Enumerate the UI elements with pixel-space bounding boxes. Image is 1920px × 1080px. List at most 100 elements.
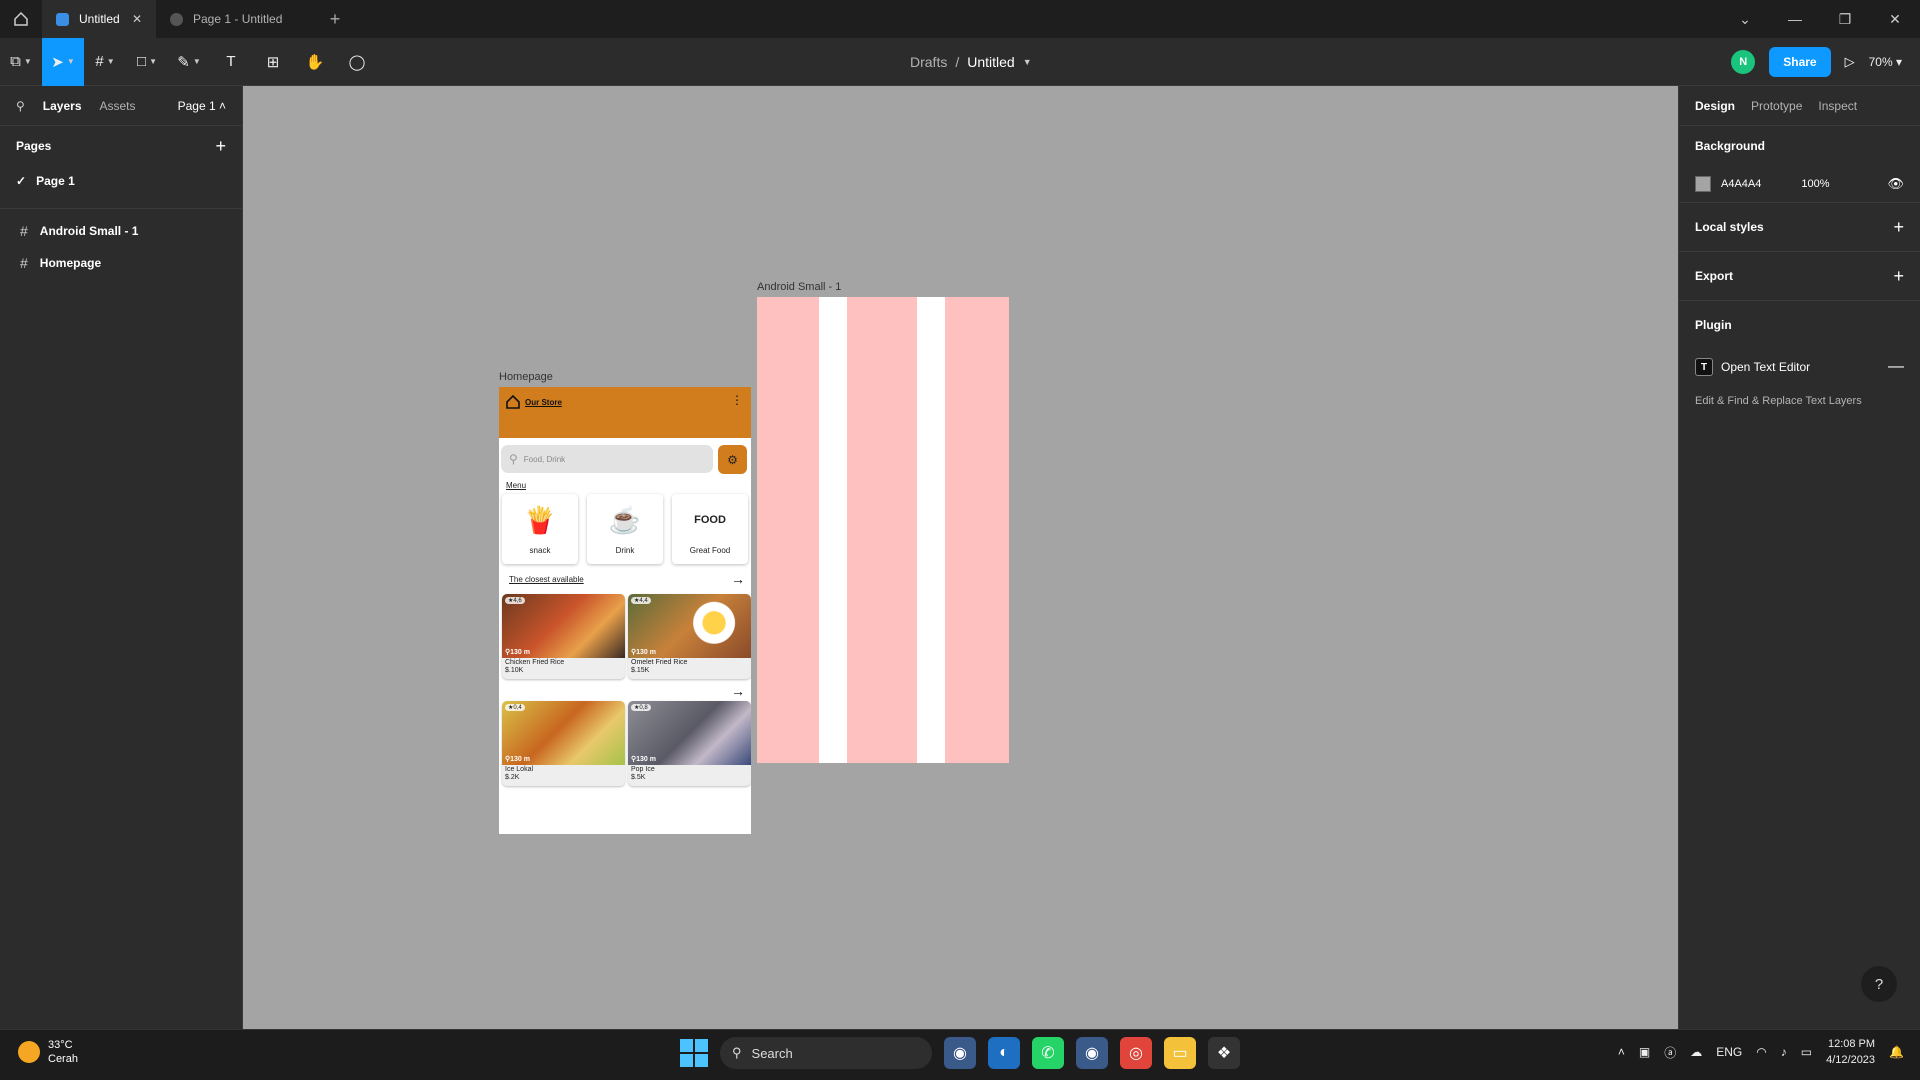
hand-icon: ✋	[305, 53, 325, 71]
window-controls: ⌄ — ❐ ✕	[1720, 0, 1920, 38]
tab-assets[interactable]: Assets	[100, 99, 136, 113]
taskbar-search[interactable]: ⚲ Search	[720, 1037, 932, 1069]
canvas[interactable]: Android Small - 1 Homepage Our Store ⋮ ⚲…	[243, 86, 1678, 1029]
file-name[interactable]: Untitled	[967, 54, 1014, 70]
language-indicator[interactable]: ENG	[1716, 1045, 1742, 1059]
android-frame-label[interactable]: Android Small - 1	[757, 281, 841, 293]
wifi-icon[interactable]: ◠	[1756, 1045, 1766, 1059]
whatsapp-icon[interactable]: ✆	[1032, 1037, 1064, 1069]
tab-page-1-untitled[interactable]: Page 1 - Untitled	[156, 0, 316, 38]
chevron-up-icon[interactable]: ˄	[1618, 1045, 1625, 1059]
chevron-down-icon[interactable]: ⌄	[1720, 0, 1770, 38]
help-button[interactable]: ?	[1861, 966, 1897, 1002]
eye-icon[interactable]: 👁	[1887, 176, 1904, 192]
bg-hex-input[interactable]: A4A4A4	[1721, 178, 1761, 190]
text-tool[interactable]: T	[210, 38, 252, 86]
figma-icon[interactable]: ❖	[1208, 1037, 1240, 1069]
layer-homepage[interactable]: # Homepage	[0, 247, 242, 279]
frame-tool[interactable]: # ▼	[84, 38, 126, 86]
cursor-icon: ➤	[51, 53, 64, 71]
weather-widget[interactable]: 33°C Cerah	[18, 1038, 78, 1066]
layer-label: Homepage	[39, 256, 102, 270]
zoom-value: 70%	[1868, 55, 1893, 69]
add-page-button[interactable]: +	[215, 136, 226, 157]
app-icon-1[interactable]: ◉	[944, 1037, 976, 1069]
filter-icon: ⚙	[718, 445, 747, 474]
toolbar-right: N Share ▷ 70% ▾	[1731, 38, 1920, 86]
clock[interactable]: 12:08 PM 4/12/2023	[1826, 1036, 1875, 1068]
present-play-icon[interactable]: ▷	[1845, 54, 1855, 70]
tab-prototype[interactable]: Prototype	[1751, 99, 1802, 113]
page-selector-label: Page 1	[177, 98, 216, 113]
bg-opacity-input[interactable]: 100%	[1801, 178, 1829, 190]
tray-icon[interactable]: ⓐ	[1664, 1044, 1676, 1061]
close-window-button[interactable]: ✕	[1870, 0, 1920, 38]
share-button[interactable]: Share	[1769, 47, 1831, 77]
chevron-down-icon[interactable]: ▼	[1023, 57, 1032, 67]
home-icon[interactable]	[0, 0, 42, 38]
notification-icon[interactable]: 🔔	[1889, 1045, 1904, 1059]
pen-icon: ✎	[177, 53, 190, 71]
add-export-button[interactable]: +	[1893, 266, 1904, 287]
new-tab-button[interactable]: +	[316, 0, 354, 38]
frame-icon: #	[95, 53, 104, 70]
close-icon[interactable]: ✕	[132, 12, 142, 26]
tab-inspect[interactable]: Inspect	[1818, 99, 1857, 113]
restore-button[interactable]: ❐	[1820, 0, 1870, 38]
color-swatch[interactable]	[1695, 176, 1711, 192]
menu-label: Menu	[506, 481, 527, 490]
edge-icon[interactable]: ◐	[988, 1037, 1020, 1069]
layers-list: # Android Small - 1 # Homepage	[0, 208, 242, 279]
plugin-item[interactable]: T Open Text Editor —	[1695, 349, 1904, 385]
file-explorer-icon[interactable]: ▭	[1164, 1037, 1196, 1069]
breadcrumb-drafts[interactable]: Drafts	[910, 54, 947, 70]
tab-untitled[interactable]: Untitled ✕	[42, 0, 156, 38]
prototype-play-icon	[170, 12, 183, 26]
search-field: ⚲ Food, Drink	[501, 445, 713, 473]
zoom-dropdown[interactable]: 70% ▾	[1869, 55, 1902, 69]
plugin-name: Open Text Editor	[1721, 360, 1811, 374]
shape-tool[interactable]: □ ▼	[126, 38, 168, 86]
hand-tool[interactable]: ✋	[294, 38, 336, 86]
rectangle-icon: □	[137, 53, 147, 70]
sun-icon	[18, 1041, 40, 1063]
time: 12:08 PM	[1827, 1038, 1876, 1050]
layer-android-small-1[interactable]: # Android Small - 1	[0, 215, 242, 247]
android-small-frame[interactable]	[757, 297, 1009, 763]
minimize-button[interactable]: —	[1770, 0, 1820, 38]
add-style-button[interactable]: +	[1893, 217, 1904, 238]
local-styles-header: Local styles +	[1695, 203, 1904, 251]
comment-tool[interactable]: ◯	[336, 38, 378, 86]
pen-tool[interactable]: ✎ ▼	[168, 38, 210, 86]
app-icon-2[interactable]: ◉	[1076, 1037, 1108, 1069]
avatar[interactable]: N	[1731, 50, 1756, 74]
resources-tool[interactable]: ⊞	[252, 38, 294, 86]
homepage-frame[interactable]: Our Store ⋮ ⚲ Food, Drink ⚙ Menu 🍟 snack…	[499, 387, 751, 834]
homepage-frame-label[interactable]: Homepage	[499, 371, 553, 383]
search-placeholder: Food, Drink	[523, 454, 566, 464]
tab-design[interactable]: Design	[1695, 99, 1735, 113]
food-card: ★0,4 ⚲130 m Ice Lokal $.2K	[502, 701, 625, 786]
rating-badge: ★4,4	[631, 597, 651, 604]
page-selector[interactable]: Page 1 ˄	[178, 99, 226, 113]
cloud-icon[interactable]: ☁	[1690, 1045, 1702, 1059]
chrome-icon[interactable]: ◎	[1120, 1037, 1152, 1069]
move-tool[interactable]: ➤ ▼	[42, 37, 84, 86]
page-item[interactable]: ✓ Page 1	[0, 166, 242, 196]
main-menu-button[interactable]: ⧉ ▼	[0, 38, 42, 86]
tab-layers[interactable]: Layers	[43, 99, 82, 113]
distance-label: ⚲130 m	[505, 649, 530, 656]
pages-header: Pages +	[0, 126, 242, 166]
volume-icon[interactable]: ♪	[1781, 1045, 1787, 1059]
store-title: Our Store	[505, 394, 562, 410]
search-icon[interactable]: ⚲	[16, 99, 25, 113]
text-editor-icon: T	[1695, 358, 1713, 376]
remove-plugin-button[interactable]: —	[1888, 358, 1904, 376]
tray-icon[interactable]: ▣	[1639, 1045, 1650, 1059]
background-title: Background	[1695, 139, 1766, 153]
windows-start-icon[interactable]	[680, 1039, 708, 1067]
battery-icon[interactable]: ▭	[1801, 1045, 1812, 1059]
right-panel: Design Prototype Inspect Background A4A4…	[1678, 86, 1920, 1029]
category-label: Great Food	[689, 546, 731, 555]
system-tray: ˄ ▣ ⓐ ☁ ENG ◠ ♪ ▭ 12:08 PM 4/12/2023 🔔	[1618, 1036, 1904, 1068]
